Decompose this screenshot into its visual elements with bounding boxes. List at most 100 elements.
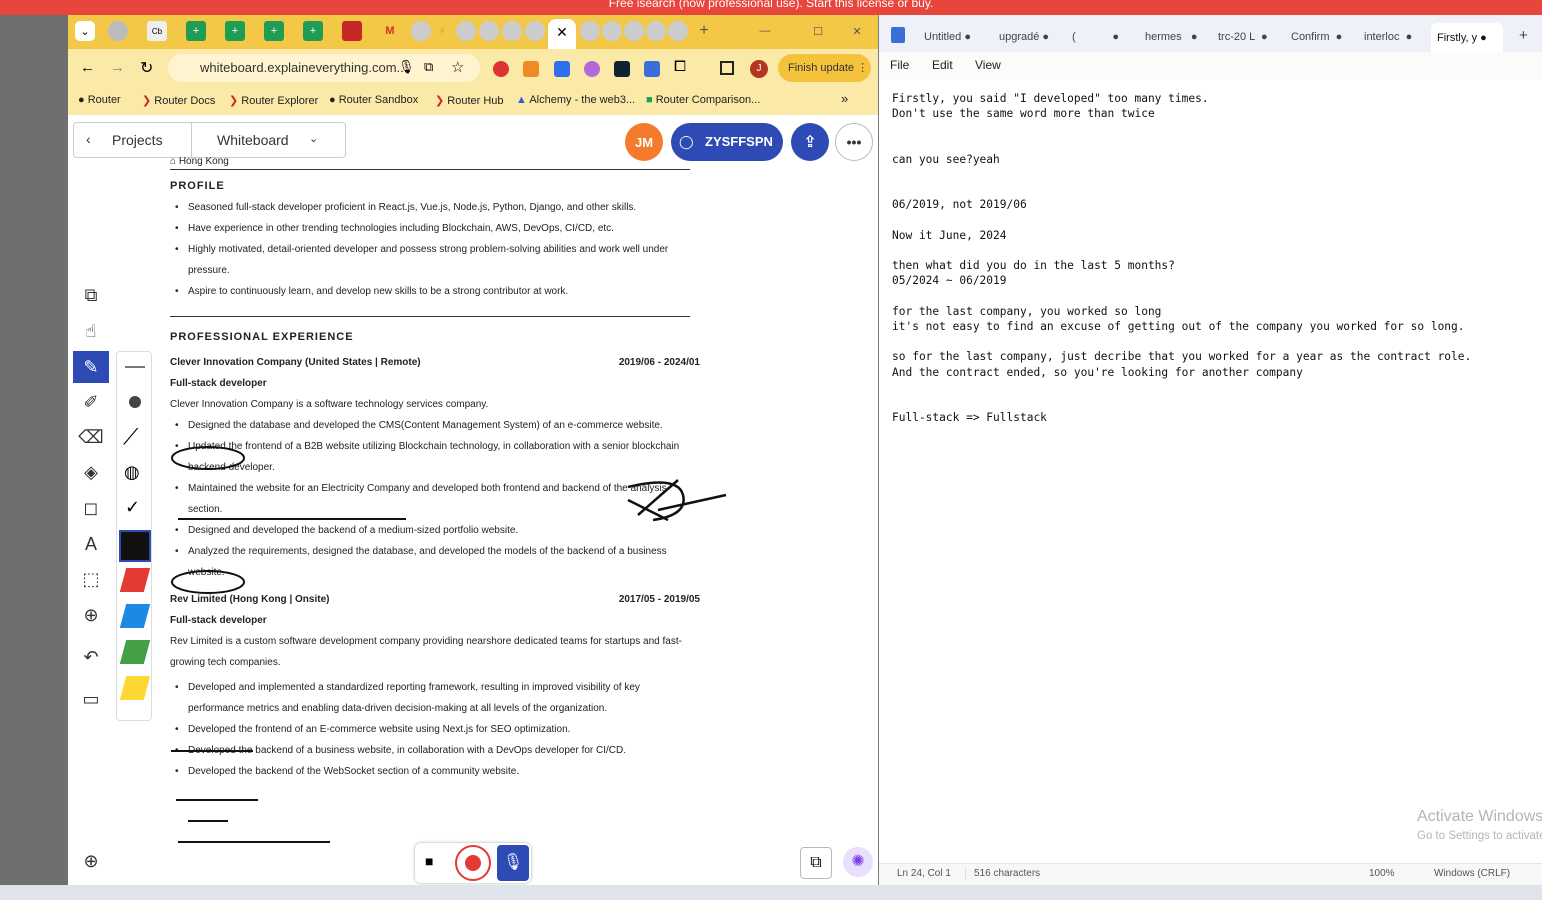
bookmark-router-docs[interactable]: ❯ Router Docs [142,94,215,107]
bookmark-label: Router Explorer [241,95,319,107]
chrome-toolbar: ← → ↻ whiteboard.explaineverything.com..… [68,49,878,89]
mic-toggle-icon[interactable]: 🎙 [497,845,529,881]
bookmark-alchemy[interactable]: ▲ Alchemy - the web3... [516,94,635,106]
maximize-icon[interactable]: ☐ [808,21,828,41]
close-window-icon[interactable]: ✕ [847,21,867,41]
extension-icon[interactable] [614,61,630,77]
chrome-tab-strip: ⌄ Cb + + + + M ⚡ ✕ + — ☐ ✕ [68,15,878,49]
tab-favicon[interactable] [646,21,666,41]
recording-controls: ■ 🎙 [415,843,531,883]
adblock-icon[interactable] [493,61,509,77]
license-banner: Free isearch (now professional use). Sta… [0,0,1542,15]
bookmark-label: Router Hub [447,95,504,107]
tab-label: Confirm [1291,31,1330,43]
back-icon[interactable]: ← [80,59,95,76]
notepad-tab[interactable]: hermes ● [1145,31,1198,43]
tab-favicon[interactable] [456,21,476,41]
record-button[interactable] [455,845,491,881]
camera-icon[interactable]: ■ [425,853,433,869]
notepad-tab[interactable]: Untitled ● [924,31,971,43]
bookmark-star-icon[interactable]: ☆ [451,58,464,76]
menu-view[interactable]: View [975,58,1001,72]
windows-taskbar [0,885,1542,900]
cursor-position: Ln 24, Col 1 [897,868,951,879]
tab-search-icon[interactable]: ⌄ [75,21,95,41]
zoom-level[interactable]: 100% [1369,868,1395,879]
tab-label: upgradé [999,31,1040,43]
minimize-icon[interactable]: — [755,21,775,41]
desktop-gutter [0,15,68,885]
bookmarks-bar: ● Router ❯ Router Docs ❯ Router Explorer… [68,89,878,115]
notepad-window: Untitled ● upgradé ● ( ● hermes ● trc-20… [879,15,1542,885]
bookmark-router-comparison[interactable]: ■ Router Comparison... [646,94,760,106]
mic-icon[interactable]: 🎙 [398,59,415,75]
tab-favicon[interactable] [411,21,431,41]
bookmark-label: Router Sandbox [338,94,419,106]
extension-icon[interactable] [644,61,660,77]
tab-sheets-icon[interactable]: + [264,21,284,41]
notepad-app-icon [891,27,905,43]
bookmark-router-sandbox[interactable]: ● Router Sandbox [329,94,418,106]
tab-sheets-icon[interactable]: + [303,21,323,41]
line-ending[interactable]: Windows (CRLF) [1434,868,1510,879]
tab-label: hermes [1145,31,1182,43]
activate-windows-hint: Go to Settings to activate Windows. [1417,830,1542,842]
url-text: whiteboard.explaineverything.com... [200,60,408,75]
tab-favicon[interactable] [502,21,522,41]
new-tab-icon[interactable]: + [694,21,714,41]
whiteboard-page: ‹ Projects Whiteboard ⌄ JM ◯ ZYSFFSPN ⇪ •… [68,115,878,885]
tab-sheets-icon[interactable]: + [186,21,206,41]
tab-favicon[interactable]: ⚡ [432,21,452,41]
notepad-text-area[interactable]: Firstly, you said "I developed" too many… [892,91,1532,425]
tab-favicon[interactable] [525,21,545,41]
tab-label: ( [1072,31,1076,43]
install-icon[interactable]: ⧉ [424,59,433,75]
extensions-puzzle-icon[interactable]: ⧠ [674,58,686,75]
activate-windows-watermark: Activate Windows [1417,808,1542,825]
bookmark-label: Router Docs [154,95,216,107]
notepad-tab[interactable]: ( ● [1072,31,1119,43]
ink-annotations [171,446,727,843]
notepad-tab-active[interactable]: Firstly, y ● [1431,23,1503,52]
tab-gmail-icon[interactable]: M [380,21,400,41]
forward-icon[interactable]: → [110,59,125,76]
tab-label: interloc [1364,31,1400,43]
finish-update-button[interactable]: Finish update ⋮ [778,54,871,82]
new-tab-icon[interactable]: + [1519,27,1528,44]
bookmark-router-explorer[interactable]: ❯ Router Explorer [229,94,318,107]
sidepanel-icon[interactable] [720,61,734,75]
tab-label: Untitled [924,31,962,43]
notepad-tab[interactable]: trc-20 L ● [1218,31,1268,43]
bookmarks-overflow[interactable]: » [841,91,848,106]
bookmark-router[interactable]: ● Router [78,94,121,106]
tab-favicon[interactable] [602,21,622,41]
profile-avatar[interactable]: J [750,60,768,78]
tab-favicon[interactable] [624,21,644,41]
menu-edit[interactable]: Edit [932,58,953,72]
reload-icon[interactable]: ↻ [140,58,153,78]
notepad-tab[interactable]: Confirm ● [1291,31,1342,43]
active-tab-close-icon[interactable]: ✕ [548,19,576,49]
notepad-menubar: File Edit View [879,52,1542,79]
tab-label: trc-20 L [1218,31,1255,43]
chrome-window: ⌄ Cb + + + + M ⚡ ✕ + — ☐ ✕ ← → ↻ whitebo… [68,15,878,885]
tab-favicon[interactable] [479,21,499,41]
bookmark-label: Router [87,94,121,106]
notepad-statusbar: Ln 24, Col 1 516 characters 100% Windows… [879,863,1542,885]
notepad-tab[interactable]: upgradé ● [999,31,1049,43]
finish-update-label: Finish update [788,62,855,74]
tab-sheets-icon[interactable]: + [225,21,245,41]
ai-assistant-icon[interactable]: ✺ [843,847,873,877]
tab-favicon[interactable] [342,21,362,41]
tab-favicon[interactable] [580,21,600,41]
pages-icon[interactable]: ⧉ [800,847,832,879]
tab-favicon[interactable] [108,21,128,41]
extension-icon[interactable] [584,61,600,77]
tab-favicon[interactable]: Cb [147,21,167,41]
metamask-icon[interactable] [523,61,539,77]
tab-favicon[interactable] [668,21,688,41]
extension-icon[interactable] [554,61,570,77]
bookmark-router-hub[interactable]: ❯ Router Hub [435,94,504,107]
menu-file[interactable]: File [890,58,909,72]
notepad-tab[interactable]: interloc ● [1364,31,1412,43]
